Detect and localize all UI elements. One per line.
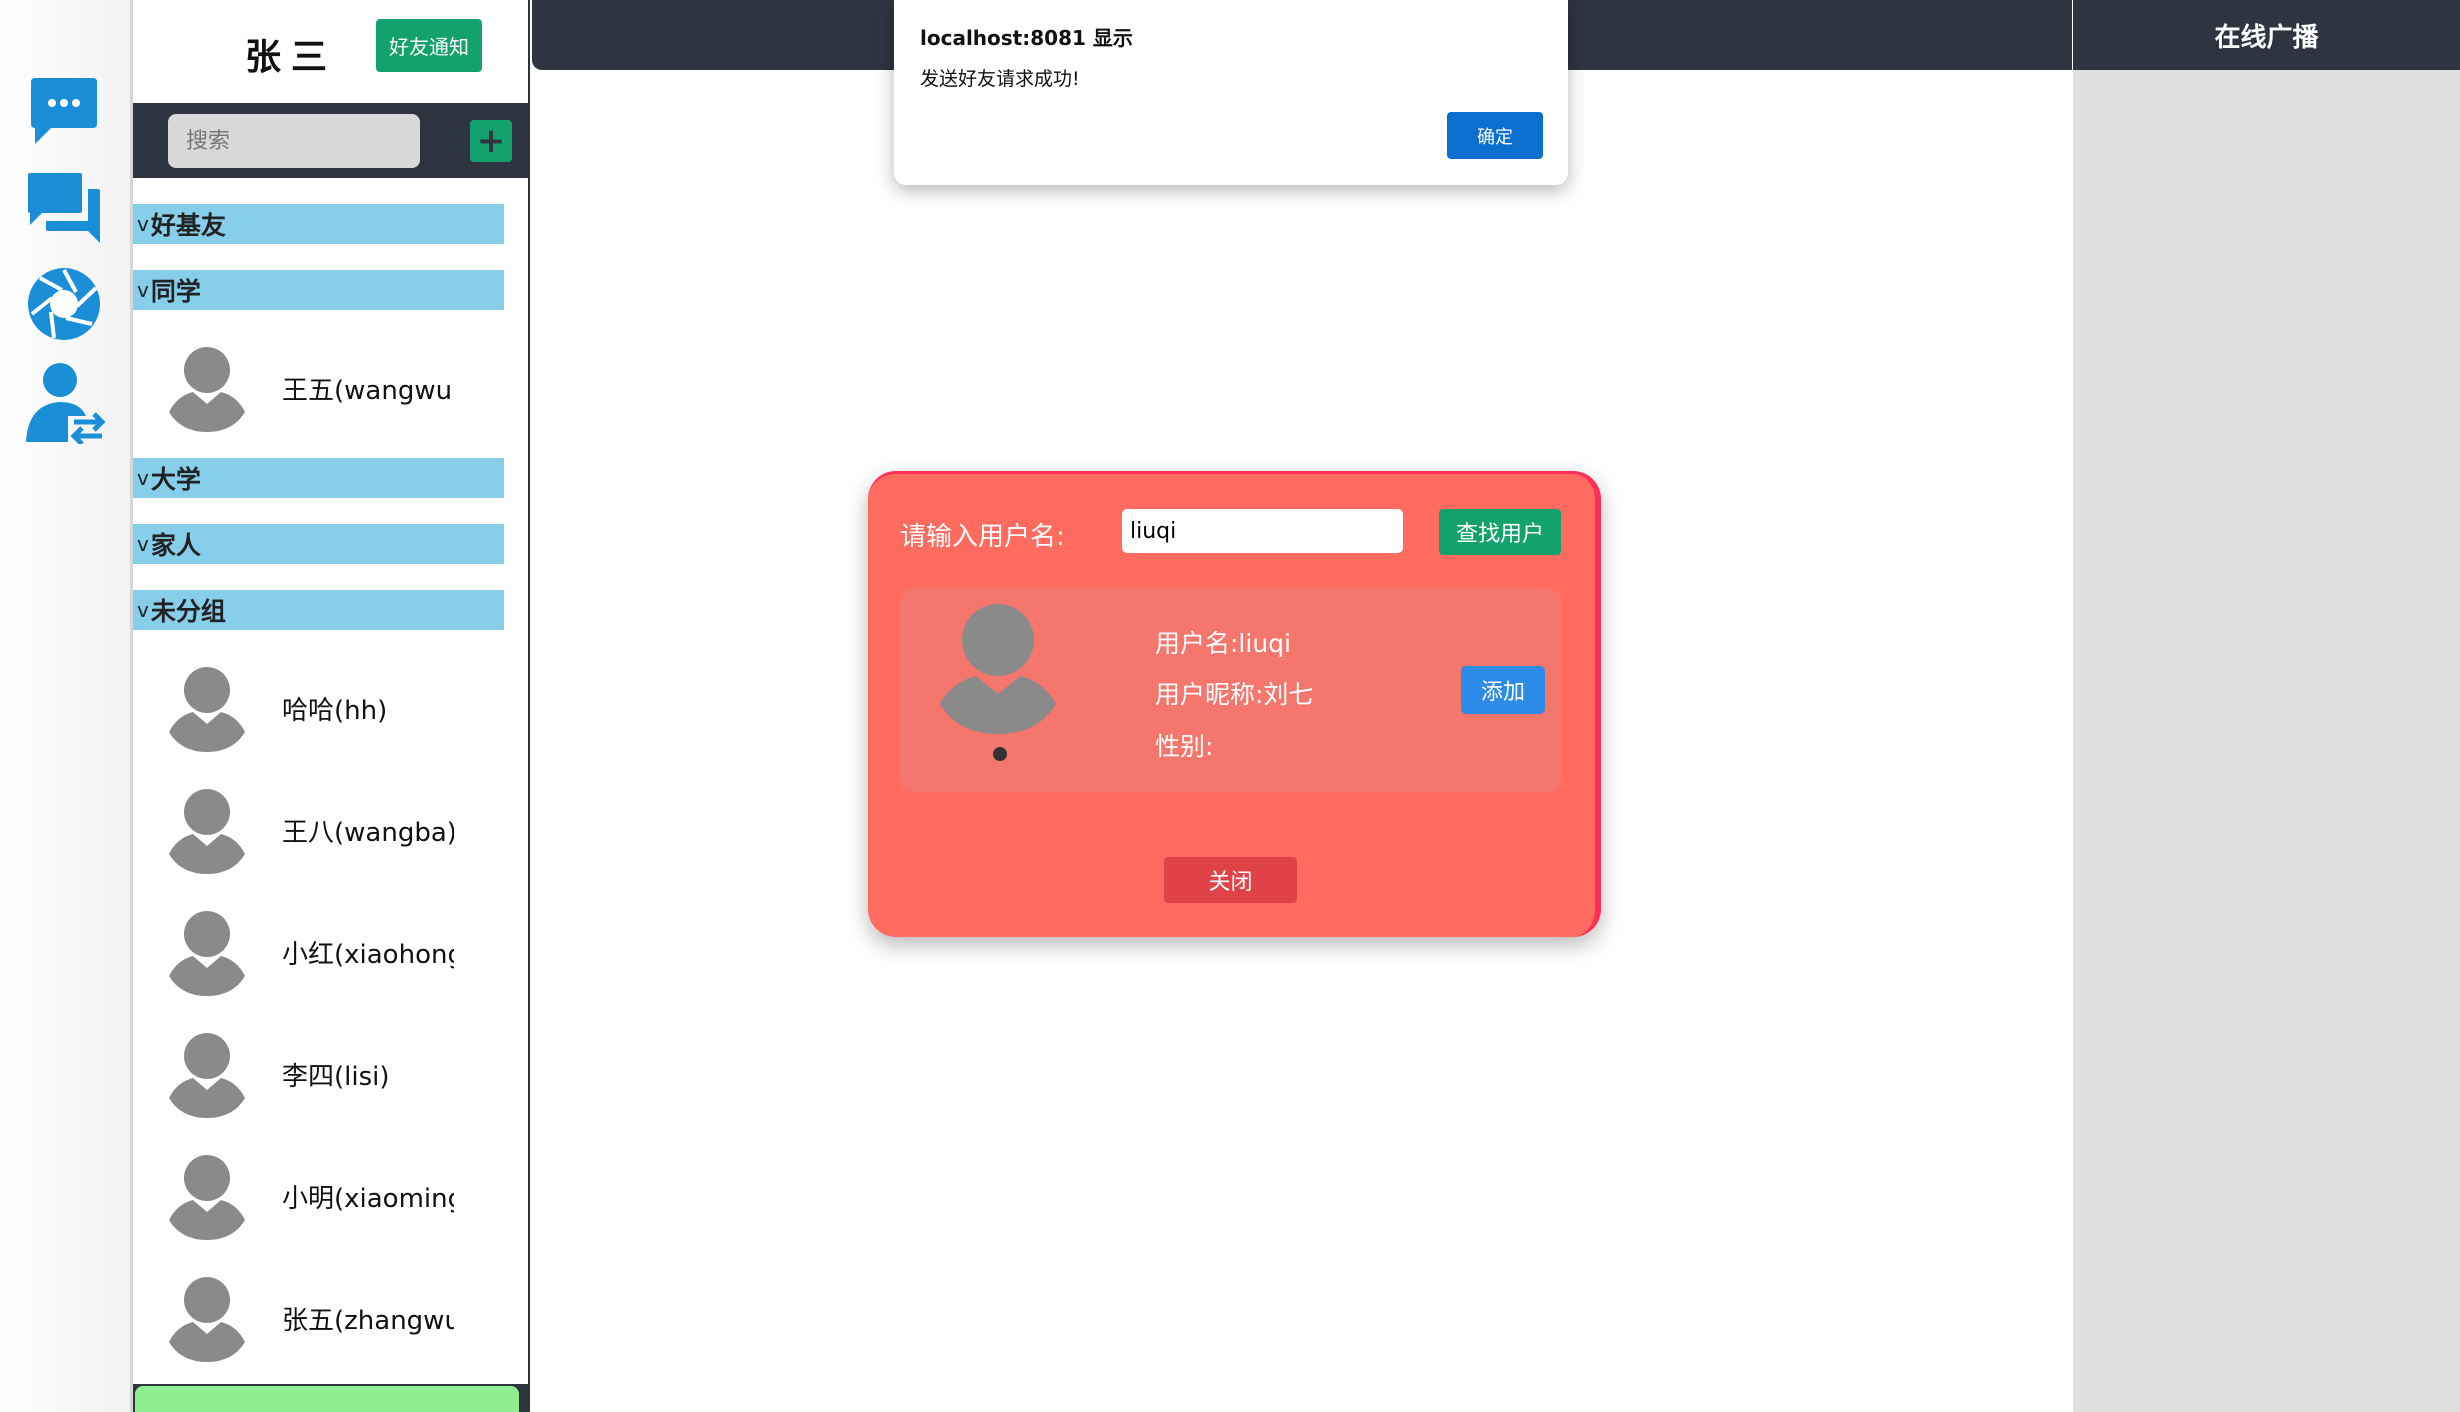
alert-ok-button[interactable]: 确定 (1447, 112, 1543, 159)
friend-name: 李四(lisi) (282, 1062, 390, 1092)
result-nickname: 用户昵称:刘七 (1155, 680, 1314, 709)
chevron-down-icon: v (137, 466, 149, 490)
group-name: 同学 (150, 277, 201, 306)
shutter-icon[interactable] (22, 262, 106, 346)
search-input[interactable] (168, 114, 420, 168)
add-friend-open-button[interactable]: + (470, 120, 512, 162)
group-name: 好基友 (150, 211, 226, 240)
avatar-icon (940, 604, 1056, 761)
friend-name: 小红(xiaohong (282, 940, 454, 970)
icon-rail (0, 0, 133, 1412)
group-name: 家人 (150, 531, 201, 560)
avatar-icon (169, 347, 245, 432)
friend-item[interactable]: 李四(lisi) (133, 1014, 530, 1134)
group-header-tongxue[interactable]: v 同学 (133, 270, 504, 310)
username-label: 请输入用户名: (900, 522, 1065, 552)
group-header-weifenzu[interactable]: v 未分组 (133, 590, 504, 630)
friend-name: 哈哈(hh) (282, 696, 388, 726)
friend-name: 张五(zhangwu (282, 1306, 454, 1336)
avatar-icon (169, 1033, 245, 1118)
avatar-icon (169, 667, 245, 752)
avatar-icon (169, 1155, 245, 1240)
chat-bubble-icon[interactable] (22, 70, 106, 154)
chevron-down-icon: v (137, 532, 149, 556)
group-name: 大学 (150, 465, 201, 494)
result-username: 用户名:liuqi (1155, 629, 1291, 658)
current-username: 张三 (245, 36, 338, 78)
group-name: 未分组 (150, 597, 226, 626)
group-header-daxue[interactable]: v 大学 (133, 458, 504, 498)
friend-item[interactable]: 哈哈(hh) (133, 648, 530, 768)
chevron-down-icon: v (137, 278, 149, 302)
broadcast-panel (2073, 70, 2460, 1412)
friend-name: 王八(wangba) (282, 818, 454, 848)
chevron-down-icon: v (137, 598, 149, 622)
friend-item[interactable]: 张五(zhangwu (133, 1258, 530, 1378)
friend-name: 小明(xiaoming (282, 1184, 454, 1214)
panel-footer-button[interactable] (135, 1386, 519, 1412)
group-header-jiaren[interactable]: v 家人 (133, 524, 504, 564)
group-header-haojiyou[interactable]: v 好基友 (133, 204, 504, 244)
alert-message: 发送好友请求成功! (920, 68, 1080, 90)
alert-title: localhost:8081 显示 (920, 26, 1133, 50)
chevron-down-icon: v (137, 212, 149, 236)
friend-item[interactable]: 王五(wangwu) (133, 328, 530, 448)
friend-notification-button[interactable]: 好友通知 (376, 19, 482, 72)
friend-item[interactable]: 小红(xiaohong (133, 892, 530, 1012)
avatar-icon (169, 1277, 245, 1362)
user-switch-icon[interactable] (22, 360, 106, 444)
broadcast-title: 在线广播 (2073, 0, 2460, 70)
avatar-icon (169, 911, 245, 996)
messages-icon[interactable] (22, 166, 106, 250)
friend-item[interactable]: 小明(xiaoming (133, 1136, 530, 1256)
add-button[interactable]: 添加 (1461, 666, 1545, 714)
friend-item[interactable]: 王八(wangba) (133, 770, 530, 890)
find-user-button[interactable]: 查找用户 (1439, 509, 1561, 555)
avatar-icon (169, 789, 245, 874)
result-gender: 性别: (1155, 732, 1214, 761)
friend-name: 王五(wangwu) (282, 376, 454, 406)
username-search-input[interactable] (1122, 509, 1403, 553)
close-button[interactable]: 关闭 (1164, 857, 1297, 903)
